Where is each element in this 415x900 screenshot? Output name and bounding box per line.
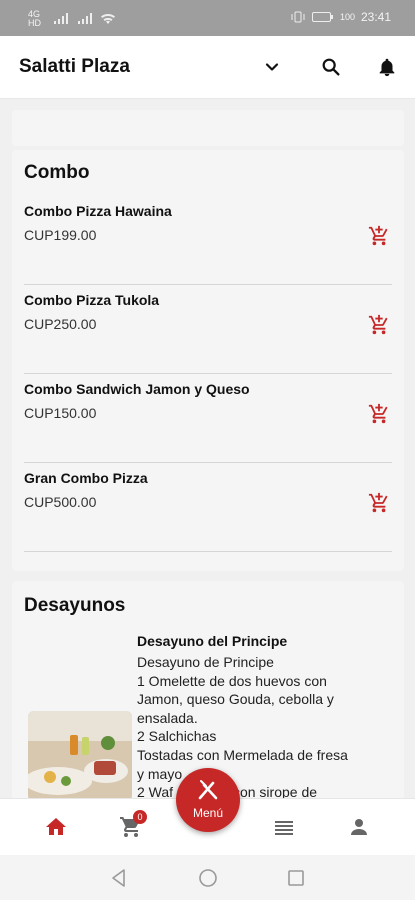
carrier-label: 4G HD	[28, 9, 41, 28]
product-item[interactable]: Gran Combo Pizza CUP500.00	[24, 462, 392, 552]
product-name: Combo Pizza Tukola	[24, 292, 160, 308]
utensils-icon	[198, 780, 218, 800]
product-item[interactable]: Combo Pizza Tukola CUP250.00	[24, 284, 392, 374]
vibrate-icon	[291, 11, 305, 23]
product-image[interactable]	[28, 711, 132, 798]
battery-percent: 100	[339, 12, 355, 22]
breakfast-photo	[28, 711, 132, 798]
search-icon	[322, 58, 340, 76]
chevron-down-icon	[265, 63, 279, 71]
search-button[interactable]	[318, 54, 344, 80]
fab-label: Menú	[192, 806, 224, 820]
nav-profile[interactable]	[345, 813, 373, 841]
signal-icon	[54, 13, 68, 24]
product-price: CUP150.00	[24, 405, 97, 421]
home-circle-icon[interactable]	[197, 867, 219, 889]
wifi-icon	[101, 13, 115, 24]
add-to-cart-icon[interactable]	[368, 225, 390, 247]
product-price: CUP250.00	[24, 316, 97, 332]
add-to-cart-icon[interactable]	[368, 403, 390, 425]
desayunos-section: Desayunos Desayuno del Principe Desayuno…	[12, 581, 404, 798]
nav-list[interactable]	[270, 813, 298, 841]
cart-count-badge: 0	[133, 810, 147, 824]
add-to-cart-icon[interactable]	[368, 492, 390, 514]
nav-cart[interactable]: 0	[117, 810, 147, 841]
add-to-cart-icon[interactable]	[368, 314, 390, 336]
combo-section: Combo Combo Pizza Hawaina CUP199.00 Comb…	[12, 150, 404, 571]
section-title: Desayunos	[24, 595, 126, 616]
person-icon	[351, 819, 367, 835]
product-name: Gran Combo Pizza	[24, 470, 148, 486]
product-item[interactable]: Combo Sandwich Jamon y Queso CUP150.00	[24, 373, 392, 463]
clock: 23:41	[360, 10, 391, 24]
product-name: Combo Pizza Hawaina	[24, 203, 172, 219]
empty-card	[12, 110, 404, 146]
product-description: Desayuno de Principe 1 Omelette de dos h…	[137, 654, 348, 798]
menu-fab-button[interactable]: Menú	[176, 768, 240, 832]
app-bar: Salatti Plaza	[0, 36, 415, 99]
store-title: Salatti Plaza	[19, 56, 130, 77]
recents-icon[interactable]	[285, 867, 307, 889]
system-navigation-bar	[0, 855, 415, 900]
back-icon[interactable]	[108, 867, 130, 889]
status-bar: 4G HD 100 23:41	[0, 0, 415, 36]
notifications-button[interactable]	[374, 54, 400, 80]
battery-icon	[311, 12, 333, 22]
content-area[interactable]: Combo Combo Pizza Hawaina CUP199.00 Comb…	[0, 98, 415, 798]
product-price: CUP199.00	[24, 227, 97, 243]
nav-home[interactable]	[42, 813, 70, 841]
product-price: CUP500.00	[24, 494, 97, 510]
home-icon	[46, 818, 66, 835]
section-title: Combo	[24, 162, 90, 183]
product-name: Combo Sandwich Jamon y Queso	[24, 381, 250, 397]
store-dropdown-button[interactable]	[259, 54, 285, 80]
product-item[interactable]: Combo Pizza Hawaina CUP199.00	[24, 195, 392, 285]
bell-icon	[379, 58, 395, 77]
signal-icon-2	[78, 13, 92, 24]
list-icon	[275, 821, 293, 835]
product-name[interactable]: Desayuno del Principe	[137, 633, 287, 649]
